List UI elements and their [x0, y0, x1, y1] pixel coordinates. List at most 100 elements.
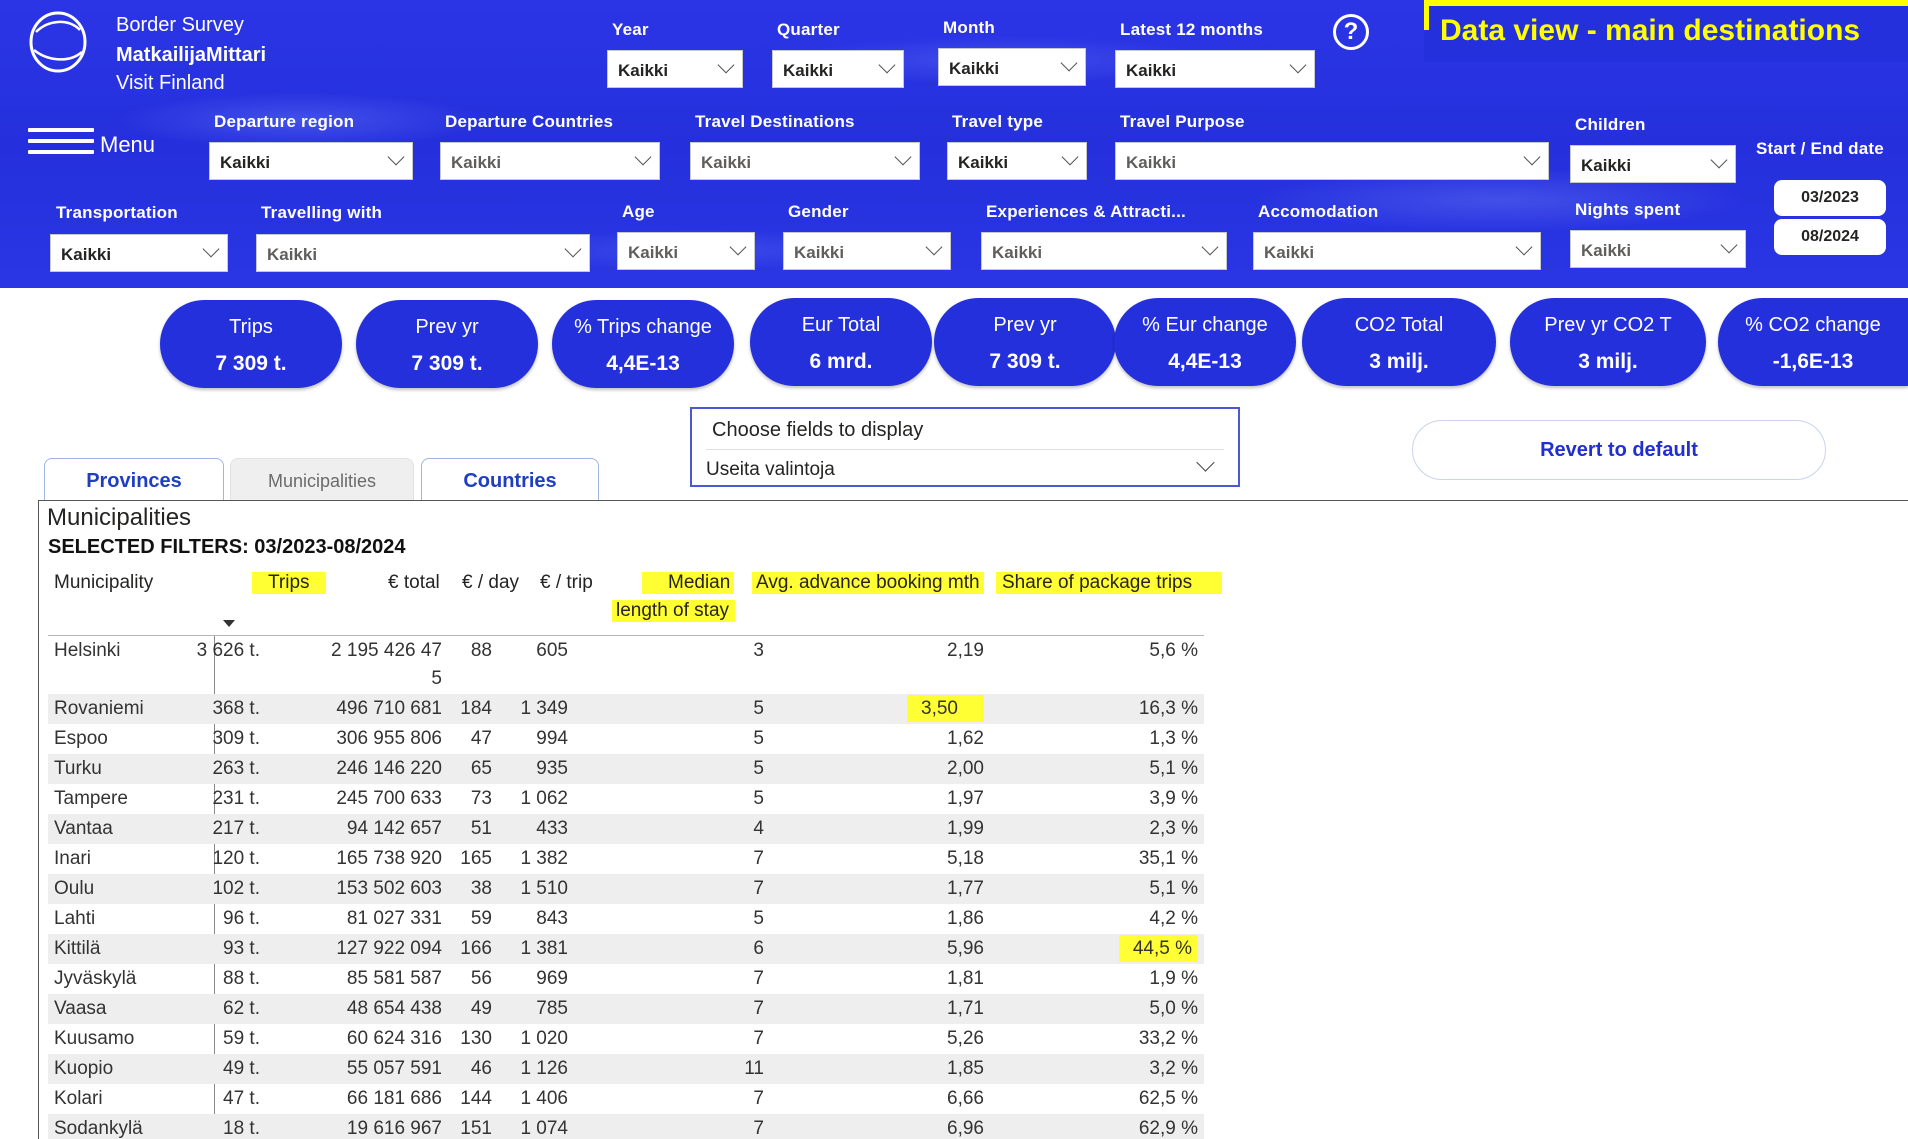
- cell-median: 5: [753, 788, 764, 809]
- cell-total: 306 955 806: [336, 728, 442, 749]
- chevron-down-icon: [729, 238, 747, 256]
- filter-dropdown-month[interactable]: Kaikki: [938, 48, 1086, 86]
- chevron-down-icon: [1060, 54, 1078, 72]
- cell-per-day: 165: [460, 848, 492, 869]
- cell-total: 2 195 426 47: [331, 640, 442, 661]
- table-row[interactable]: Sodankylä 18 t. 19 616 967 151 1 074 7 6…: [48, 1114, 1204, 1139]
- cell-trips: 88 t.: [223, 968, 260, 989]
- table-row[interactable]: Lahti 96 t. 81 027 331 59 843 5 1,86 4,2…: [48, 904, 1204, 934]
- tab-provinces[interactable]: Provinces: [44, 458, 224, 502]
- cell-package-share: 3,9 %: [1149, 788, 1198, 809]
- filter-dropdown-travel-destinations[interactable]: Kaikki: [690, 142, 920, 180]
- cell-per-day: 56: [470, 968, 492, 989]
- table-row[interactable]: Vantaa 217 t. 94 142 657 51 433 4 1,99 2…: [48, 814, 1204, 844]
- brand-line-1: Border Survey: [116, 14, 244, 36]
- cell-total: 81 027 331: [346, 908, 442, 929]
- column-header-per-day[interactable]: € / day: [462, 572, 519, 594]
- tab-municipalities[interactable]: Municipalities: [230, 458, 414, 502]
- cell-per-day: 73: [470, 788, 492, 809]
- filter-label-latest-12-months: Latest 12 months: [1120, 20, 1264, 39]
- column-header-advance-booking[interactable]: Avg. advance booking mth: [752, 572, 984, 594]
- table-row[interactable]: Helsinki 3 626 t. 2 195 426 47 5 88 605 …: [48, 636, 1204, 694]
- cell-per-trip: 1 510: [520, 878, 568, 899]
- kpi-trips: Trips 7 309 t.: [160, 300, 342, 388]
- column-header-trips[interactable]: Trips: [252, 572, 326, 594]
- table-row[interactable]: Espoo 309 t. 306 955 806 47 994 5 1,62 1…: [48, 724, 1204, 754]
- help-icon[interactable]: ?: [1333, 14, 1369, 50]
- table-row[interactable]: Vaasa 62 t. 48 654 438 49 785 7 1,71 5,0…: [48, 994, 1204, 1024]
- cell-total: 85 581 587: [346, 968, 442, 989]
- table-row[interactable]: Kuusamo 59 t. 60 624 316 130 1 020 7 5,2…: [48, 1024, 1204, 1054]
- filter-dropdown-departure-countries[interactable]: Kaikki: [440, 142, 660, 180]
- filter-dropdown-accomodation[interactable]: Kaikki: [1253, 232, 1541, 270]
- cell-median: 7: [753, 848, 764, 869]
- filter-dropdown-experiences[interactable]: Kaikki: [981, 232, 1227, 270]
- cell-median: 6: [753, 938, 764, 959]
- cell-per-day: 49: [470, 998, 492, 1019]
- cell-advance-booking: 1,99: [947, 818, 984, 839]
- filter-dropdown-quarter[interactable]: Kaikki: [772, 50, 904, 88]
- field-chooser-dropdown[interactable]: Useita valintoja: [706, 449, 1224, 483]
- cell-municipality: Kolari: [54, 1088, 103, 1109]
- cell-per-day: 184: [460, 698, 492, 719]
- cell-municipality: Turku: [54, 758, 102, 779]
- cell-per-trip: 1 074: [520, 1118, 568, 1139]
- cell-median: 3: [753, 640, 764, 661]
- filter-value-children: Kaikki: [1581, 156, 1632, 175]
- filter-label-children: Children: [1575, 115, 1646, 134]
- filter-dropdown-latest-12-months[interactable]: Kaikki: [1115, 50, 1315, 88]
- revert-to-default-button[interactable]: Revert to default: [1412, 420, 1826, 480]
- filter-dropdown-year[interactable]: Kaikki: [607, 50, 743, 88]
- cell-per-day: 144: [460, 1088, 492, 1109]
- chevron-down-icon: [1720, 236, 1738, 254]
- column-header-median[interactable]: Median: [642, 572, 735, 594]
- table-row[interactable]: Inari 120 t. 165 738 920 165 1 382 7 5,1…: [48, 844, 1204, 874]
- cell-total: 245 700 633: [336, 788, 442, 809]
- filter-dropdown-travelling-with[interactable]: Kaikki: [256, 234, 590, 272]
- filter-dropdown-travel-type[interactable]: Kaikki: [947, 142, 1087, 180]
- filter-dropdown-nights-spent[interactable]: Kaikki: [1570, 230, 1746, 268]
- cell-municipality: Vantaa: [54, 818, 113, 839]
- table-row[interactable]: Oulu 102 t. 153 502 603 38 1 510 7 1,77 …: [48, 874, 1204, 904]
- end-date-field[interactable]: 08/2024: [1774, 219, 1886, 255]
- cell-municipality: Oulu: [54, 878, 95, 899]
- cell-advance-booking: 6,66: [947, 1088, 984, 1109]
- cell-per-day: 51: [470, 818, 492, 839]
- sort-descending-icon[interactable]: [223, 620, 235, 627]
- column-header-package-share[interactable]: Share of package trips: [996, 572, 1223, 594]
- cell-median: 7: [753, 1088, 764, 1109]
- table-row[interactable]: Tampere 231 t. 245 700 633 73 1 062 5 1,…: [48, 784, 1204, 814]
- filter-dropdown-children[interactable]: Kaikki: [1570, 145, 1736, 183]
- filter-dropdown-age[interactable]: Kaikki: [617, 232, 755, 270]
- table-row[interactable]: Kolari 47 t. 66 181 686 144 1 406 7 6,66…: [48, 1084, 1204, 1114]
- column-header-municipality[interactable]: Municipality: [54, 572, 153, 594]
- menu-button[interactable]: Menu: [28, 128, 168, 158]
- table-row[interactable]: Rovaniemi 368 t. 496 710 681 184 1 349 5…: [48, 694, 1204, 724]
- table-row[interactable]: Kittilä 93 t. 127 922 094 166 1 381 6 5,…: [48, 934, 1204, 964]
- table-row[interactable]: Jyväskylä 88 t. 85 581 587 56 969 7 1,81…: [48, 964, 1204, 994]
- tab-countries[interactable]: Countries: [421, 458, 599, 502]
- start-date-field[interactable]: 03/2023: [1774, 180, 1886, 216]
- filter-dropdown-travel-purpose[interactable]: Kaikki: [1115, 142, 1549, 180]
- table-row[interactable]: Kuopio 49 t. 55 057 591 46 1 126 11 1,85…: [48, 1054, 1204, 1084]
- cell-per-trip: 605: [536, 640, 568, 661]
- chevron-down-icon: [1196, 453, 1215, 472]
- filter-value-departure-countries: Kaikki: [451, 153, 502, 172]
- filter-dropdown-gender[interactable]: Kaikki: [783, 232, 951, 270]
- filter-dropdown-departure-region[interactable]: Kaikki: [209, 142, 413, 180]
- kpi-value: 7 309 t.: [411, 352, 483, 375]
- kpi-value: 3 milj.: [1369, 350, 1429, 373]
- table-row[interactable]: Turku 263 t. 246 146 220 65 935 5 2,00 5…: [48, 754, 1204, 784]
- column-header-total[interactable]: € total: [388, 572, 440, 594]
- cell-package-share: 2,3 %: [1149, 818, 1198, 839]
- filter-value-quarter: Kaikki: [783, 61, 834, 80]
- cell-per-trip: 1 381: [520, 938, 568, 959]
- cell-total: 66 181 686: [346, 1088, 442, 1109]
- filter-dropdown-transportation[interactable]: Kaikki: [50, 234, 228, 272]
- kpi-value: 3 milj.: [1578, 350, 1638, 373]
- column-header-per-trip[interactable]: € / trip: [540, 572, 593, 594]
- filter-value-transportation: Kaikki: [61, 245, 112, 264]
- cell-median: 5: [753, 728, 764, 749]
- cell-trips: 102 t.: [212, 878, 260, 899]
- cell-trips: 62 t.: [223, 998, 260, 1019]
